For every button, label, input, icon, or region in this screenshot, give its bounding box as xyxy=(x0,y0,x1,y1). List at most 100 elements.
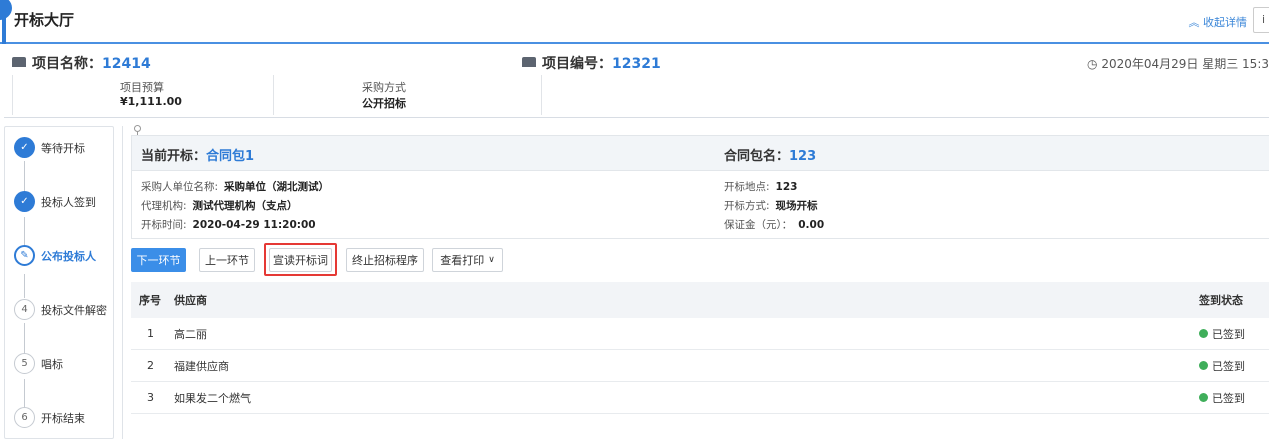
status-dot-icon xyxy=(1199,329,1208,338)
package-name-label: 合同包名： xyxy=(724,149,790,164)
datetime-text: 2020年04月29日 星期三 15:3 xyxy=(1101,57,1269,71)
page-header: 开标大厅 ︽ 收起详情 i xyxy=(0,0,1269,44)
row-index: 1 xyxy=(147,327,154,340)
table-row[interactable]: 2 福建供应商 已签到 xyxy=(131,350,1269,382)
budget-value: ¥1,111.00 xyxy=(120,95,182,108)
row-index: 3 xyxy=(147,391,154,404)
header-right-button-label: i xyxy=(1262,13,1266,26)
package-name-value: 123 xyxy=(789,149,817,164)
project-code-label: 项目编号： xyxy=(542,56,612,72)
project-summary: 项目名称：12414 项目编号：12321 ◷ 2020年04月29日 星期三 … xyxy=(4,46,1269,118)
row-supplier: 高二丽 xyxy=(174,327,207,341)
project-summary-top: 项目名称：12414 项目编号：12321 ◷ 2020年04月29日 星期三 … xyxy=(4,46,1269,75)
budget-label: 项目预算 xyxy=(120,81,164,94)
read-opening-speech-button[interactable]: 宣读开标词 xyxy=(269,248,332,272)
row-supplier: 如果发二个燃气 xyxy=(174,391,251,405)
step-connector xyxy=(24,323,25,357)
step-label: 唱标 xyxy=(41,358,63,371)
step-number: 5 xyxy=(14,353,35,374)
collapse-details-link[interactable]: ︽ 收起详情 xyxy=(1189,14,1248,30)
project-name: 项目名称：12414 xyxy=(32,53,151,73)
step-connector xyxy=(24,274,25,298)
main-panel: 当前开标：合同包1 合同包名：123 采购人单位名称: 采购单位（湖北测试） 代理… xyxy=(122,125,1269,439)
pencil-icon: ✎ xyxy=(14,245,35,266)
current-opening-value: 合同包1 xyxy=(206,149,255,164)
opening-time-value: 2020-04-29 11:20:00 xyxy=(192,219,316,231)
package-name: 合同包名：123 xyxy=(724,145,816,164)
project-name-icon xyxy=(12,57,26,67)
step-bidder-signin[interactable]: ✓ 投标人签到 xyxy=(14,191,114,215)
step-sing-bid[interactable]: 5 唱标 xyxy=(14,353,114,377)
opening-location-value: 123 xyxy=(775,181,798,193)
signin-status-text: 已签到 xyxy=(1212,391,1245,405)
opening-location-label: 开标地点: xyxy=(724,181,770,193)
agency-value: 测试代理机构（支点） xyxy=(192,200,298,212)
method-label: 采购方式 xyxy=(362,81,406,94)
step-publish-bidders[interactable]: ✎ 公布投标人 xyxy=(14,245,114,269)
step-connector xyxy=(24,217,25,247)
step-label: 等待开标 xyxy=(41,142,85,155)
method-value: 公开招标 xyxy=(362,97,406,110)
purchaser-value: 采购单位（湖北测试） xyxy=(224,181,330,193)
agency: 代理机构: 测试代理机构（支点） xyxy=(141,198,298,213)
view-print-button[interactable]: 查看打印 ∨ xyxy=(432,248,503,272)
current-opening-header: 当前开标：合同包1 合同包名：123 xyxy=(131,135,1269,171)
opening-mode-label: 开标方式: xyxy=(724,200,770,212)
table-row[interactable]: 3 如果发二个燃气 已签到 xyxy=(131,382,1269,414)
opening-time: 开标时间: 2020-04-29 11:20:00 xyxy=(141,217,316,232)
deposit: 保证金（元）： 0.00 xyxy=(724,217,824,232)
logo-stem xyxy=(2,14,6,44)
step-finish[interactable]: 6 开标结束 xyxy=(14,407,114,431)
project-code-value: 12321 xyxy=(612,56,661,72)
table-header: 序号 供应商 签到状态 xyxy=(131,282,1269,318)
opening-mode: 开标方式: 现场开标 xyxy=(724,198,818,213)
chevron-up-icon: ︽ xyxy=(1188,16,1200,29)
current-datetime: ◷ 2020年04月29日 星期三 15:3 xyxy=(1087,55,1269,72)
signin-status-text: 已签到 xyxy=(1212,359,1245,373)
project-name-label: 项目名称： xyxy=(32,56,102,72)
page-title: 开标大厅 xyxy=(14,11,75,29)
signin-status: 已签到 xyxy=(1199,382,1245,413)
step-label: 开标结束 xyxy=(41,412,85,425)
terminate-bidding-button[interactable]: 终止招标程序 xyxy=(346,248,424,272)
header-right-button[interactable]: i xyxy=(1253,7,1269,33)
signin-status-text: 已签到 xyxy=(1212,327,1245,341)
opening-time-label: 开标时间: xyxy=(141,219,187,231)
step-decrypt-files[interactable]: 4 投标文件解密 xyxy=(14,299,114,323)
pin-icon xyxy=(134,125,141,137)
col-index: 序号 xyxy=(139,294,161,307)
step-connector xyxy=(24,379,25,407)
action-toolbar: 下一环节 上一环节 宣读开标词 终止招标程序 查看打印 ∨ xyxy=(131,243,1269,276)
supplier-table: 序号 供应商 签到状态 1 高二丽 已签到 2 福建供应商 已签到 3 如果发二… xyxy=(131,282,1269,414)
deposit-label: 保证金（元）： xyxy=(724,219,793,231)
current-opening: 当前开标：合同包1 xyxy=(141,145,254,164)
purchaser-label: 采购人单位名称: xyxy=(141,181,219,193)
step-label: 投标人签到 xyxy=(41,196,96,209)
deposit-value: 0.00 xyxy=(798,219,825,231)
status-dot-icon xyxy=(1199,393,1208,402)
chevron-down-icon: ∨ xyxy=(488,255,495,265)
status-dot-icon xyxy=(1199,361,1208,370)
step-label: 公布投标人 xyxy=(41,250,96,263)
col-supplier: 供应商 xyxy=(174,294,207,307)
method-cell: 采购方式 公开招标 xyxy=(274,75,542,115)
table-row[interactable]: 1 高二丽 已签到 xyxy=(131,318,1269,350)
project-code: 项目编号：12321 xyxy=(542,53,661,73)
row-supplier: 福建供应商 xyxy=(174,359,229,373)
purchaser: 采购人单位名称: 采购单位（湖北测试） xyxy=(141,179,329,194)
clock-icon: ◷ xyxy=(1087,57,1098,71)
project-code-icon xyxy=(522,57,536,67)
project-name-value: 12414 xyxy=(102,56,151,72)
check-icon: ✓ xyxy=(14,137,35,158)
current-opening-label: 当前开标： xyxy=(141,149,207,164)
signin-status: 已签到 xyxy=(1199,350,1245,381)
opening-details: 采购人单位名称: 采购单位（湖北测试） 代理机构: 测试代理机构（支点） 开标时间:… xyxy=(131,171,1269,239)
signin-status: 已签到 xyxy=(1199,318,1245,349)
opening-location: 开标地点: 123 xyxy=(724,179,797,194)
row-index: 2 xyxy=(147,359,154,372)
collapse-details-label: 收起详情 xyxy=(1203,16,1247,29)
prev-step-button[interactable]: 上一环节 xyxy=(199,248,255,272)
next-step-button[interactable]: 下一环节 xyxy=(131,248,186,272)
process-steps: ✓ 等待开标 ✓ 投标人签到 ✎ 公布投标人 4 投标文件解密 5 唱标 6 开… xyxy=(4,126,114,439)
step-waiting[interactable]: ✓ 等待开标 xyxy=(14,137,114,161)
